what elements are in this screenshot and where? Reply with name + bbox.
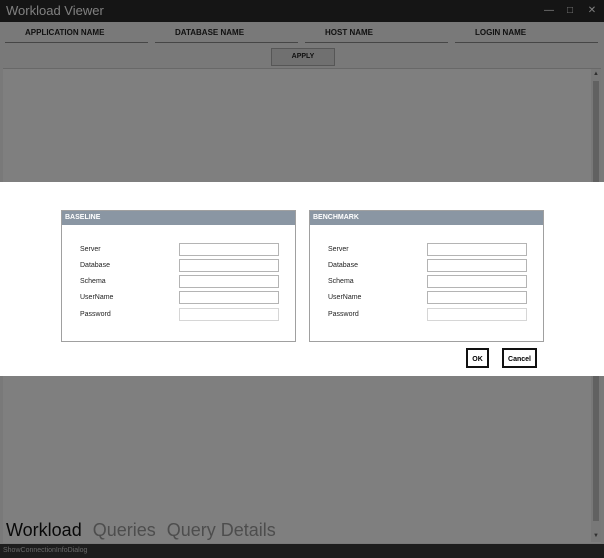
- baseline-database-row: Database: [62, 259, 295, 274]
- baseline-database-label: Database: [80, 262, 110, 269]
- benchmark-server-row: Server: [310, 243, 543, 258]
- benchmark-schema-row: Schema: [310, 275, 543, 290]
- baseline-password-input[interactable]: [179, 308, 279, 321]
- benchmark-title: BENCHMARK: [310, 211, 543, 225]
- benchmark-database-input[interactable]: [427, 259, 527, 272]
- baseline-password-label: Password: [80, 311, 111, 318]
- benchmark-database-label: Database: [328, 262, 358, 269]
- baseline-schema-row: Schema: [62, 275, 295, 290]
- benchmark-server-label: Server: [328, 246, 349, 253]
- baseline-server-label: Server: [80, 246, 101, 253]
- baseline-schema-input[interactable]: [179, 275, 279, 288]
- benchmark-schema-input[interactable]: [427, 275, 527, 288]
- benchmark-database-row: Database: [310, 259, 543, 274]
- benchmark-username-label: UserName: [328, 294, 362, 301]
- baseline-password-row: Password: [62, 308, 295, 323]
- baseline-username-input[interactable]: [179, 291, 279, 304]
- baseline-server-input[interactable]: [179, 243, 279, 256]
- baseline-server-row: Server: [62, 243, 295, 258]
- benchmark-group: BENCHMARK Server Database Schema UserNam…: [309, 210, 544, 342]
- cancel-button[interactable]: Cancel: [502, 348, 537, 368]
- benchmark-username-row: UserName: [310, 291, 543, 306]
- connection-info-dialog: BASELINE Server Database Schema UserName…: [0, 182, 604, 376]
- baseline-username-row: UserName: [62, 291, 295, 306]
- benchmark-password-label: Password: [328, 311, 359, 318]
- benchmark-schema-label: Schema: [328, 278, 354, 285]
- benchmark-server-input[interactable]: [427, 243, 527, 256]
- baseline-title: BASELINE: [62, 211, 295, 225]
- baseline-group: BASELINE Server Database Schema UserName…: [61, 210, 296, 342]
- ok-button[interactable]: OK: [466, 348, 489, 368]
- baseline-username-label: UserName: [80, 294, 114, 301]
- benchmark-password-row: Password: [310, 308, 543, 323]
- benchmark-username-input[interactable]: [427, 291, 527, 304]
- baseline-database-input[interactable]: [179, 259, 279, 272]
- benchmark-password-input[interactable]: [427, 308, 527, 321]
- baseline-schema-label: Schema: [80, 278, 106, 285]
